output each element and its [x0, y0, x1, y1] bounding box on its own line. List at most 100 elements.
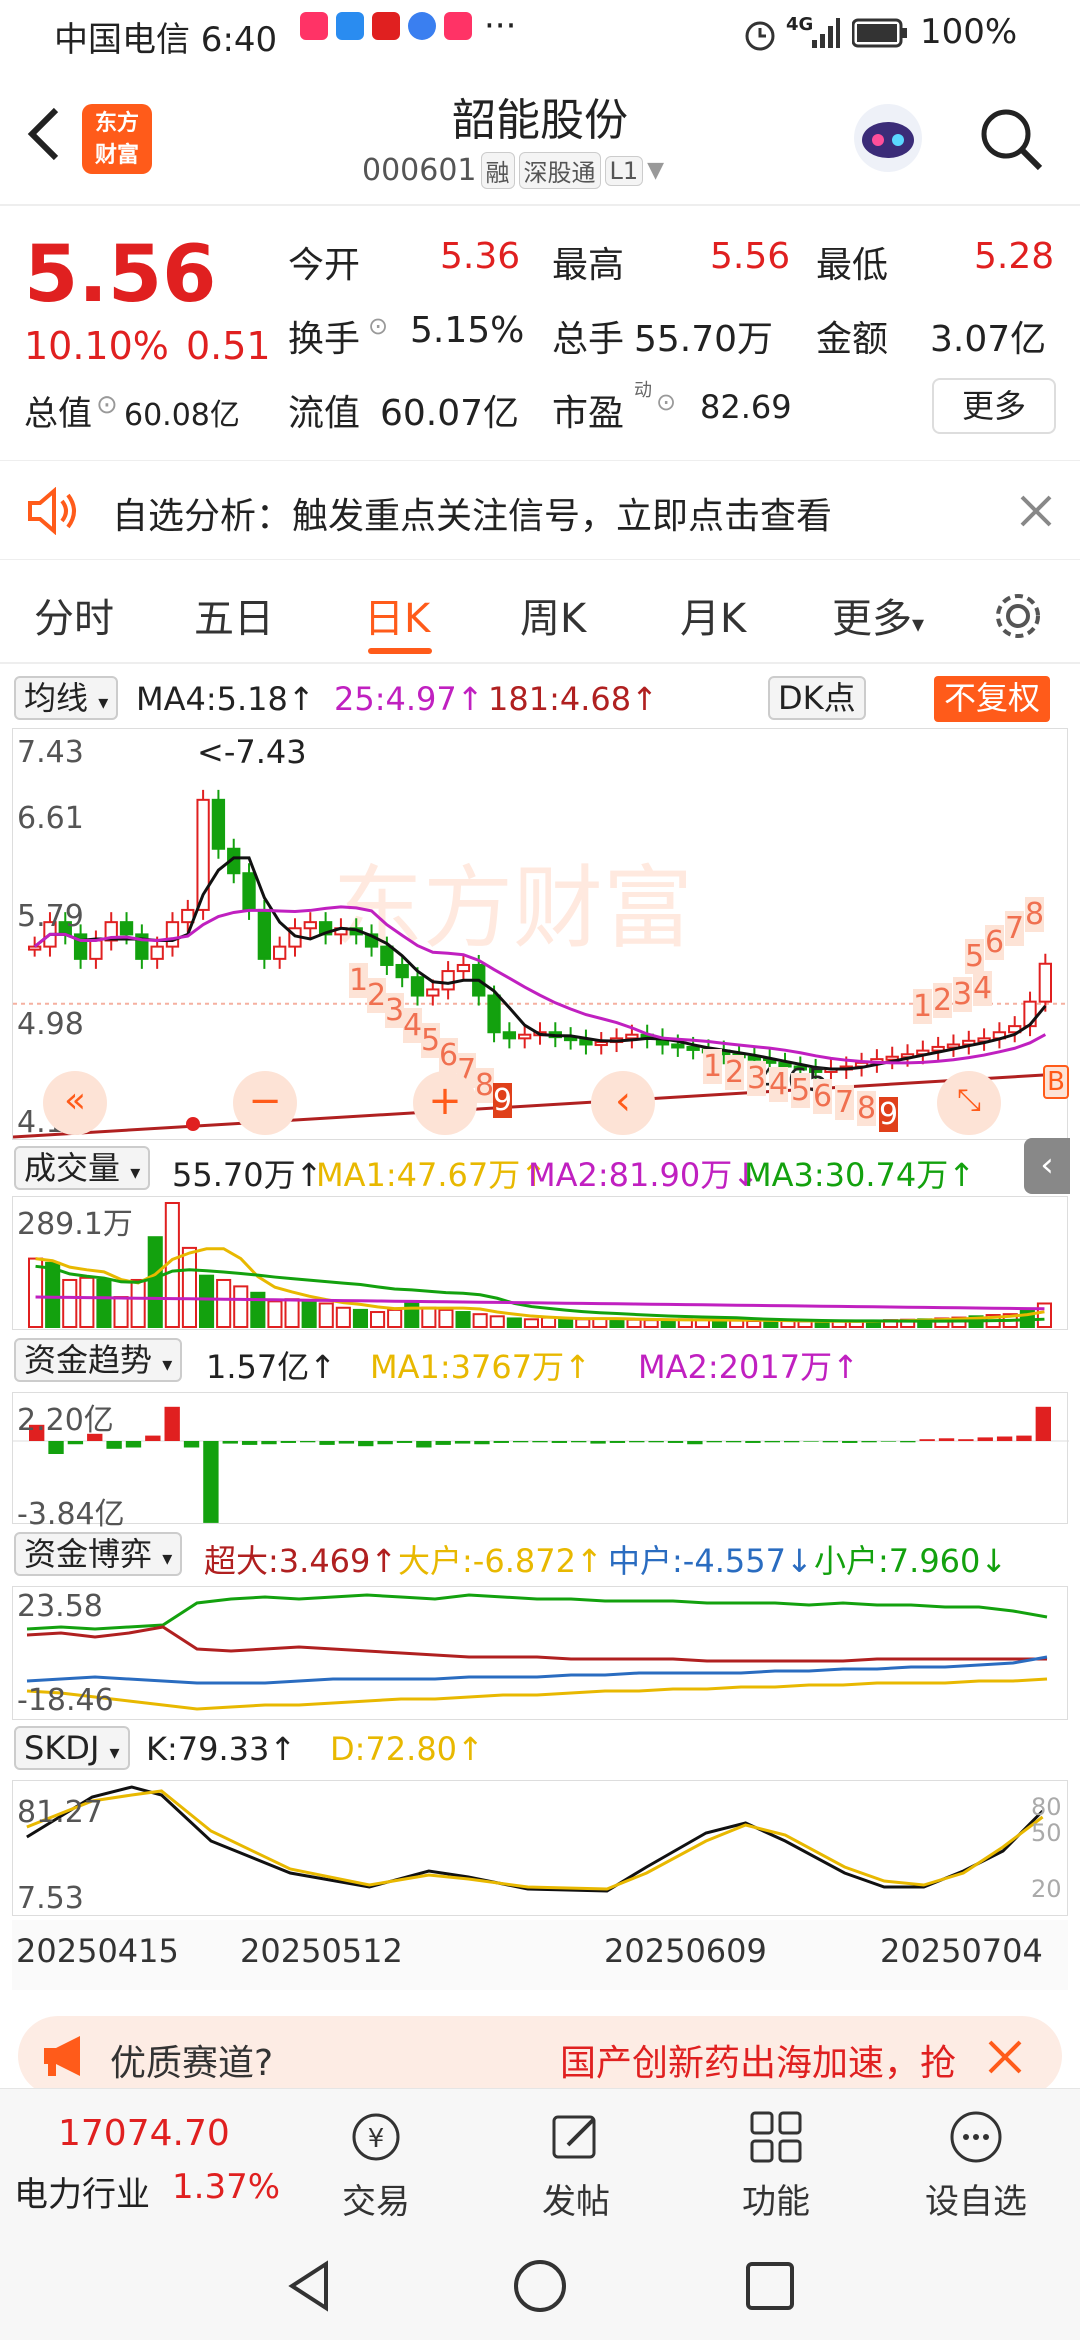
fund-game-mid: 中户:-4.557↓ [608, 1542, 813, 1580]
analysis-banner[interactable]: 自选分析：触发重点关注信号，立即点击查看 [0, 460, 1080, 560]
system-back-icon[interactable] [282, 2258, 338, 2314]
turnover-info-icon[interactable]: ⊙ [368, 312, 388, 340]
volume-chart[interactable]: 289.1万 [12, 1196, 1068, 1330]
nav-trade[interactable]: ¥ 交易 [306, 2109, 446, 2223]
svg-text:¥: ¥ [368, 2124, 385, 2154]
more-notifications-icon: ··· [484, 6, 517, 46]
td-a-digit: 5 [421, 1023, 441, 1058]
volume-bar [523, 1318, 539, 1329]
step-back-icon[interactable]: ‹ [591, 1071, 655, 1135]
fund-game-select[interactable]: 资金博弈 ▾ [14, 1532, 183, 1576]
stock-header: 东方 财富 韶能股份 000601 融 深股通 L1 ▼ [0, 74, 1080, 206]
fund-trend-svg [13, 1406, 1069, 1523]
nav-post-label: 发帖 [542, 2182, 610, 2222]
skdj-ref-80: 80 [1031, 1793, 1062, 1821]
collapse-panel-icon[interactable]: ‹ [1024, 1138, 1070, 1194]
fund-trend-bar [551, 1441, 568, 1443]
system-recents-icon[interactable] [742, 2258, 798, 2314]
zoom-out-icon[interactable]: − [233, 1071, 297, 1135]
tab-weekly-k[interactable]: 周K [520, 586, 586, 644]
ma-select[interactable]: 均线 ▾ [14, 676, 119, 720]
dk-point-button[interactable]: DK点 [768, 676, 866, 720]
tab-five-day[interactable]: 五日 [194, 586, 274, 644]
volume-bar [113, 1296, 129, 1328]
info-icon[interactable]: ⊙ [96, 390, 118, 420]
weather-notification-icon [336, 12, 364, 40]
index-value[interactable]: 17074.70 [58, 2113, 230, 2154]
candle-body [594, 1041, 608, 1047]
battery-percent: 100% [920, 12, 1018, 52]
tab-more[interactable]: 更多▾ [832, 586, 924, 644]
fund-trend-select[interactable]: 资金趋势 ▾ [14, 1338, 183, 1382]
volume-bar [387, 1308, 403, 1329]
skdj-select[interactable]: SKDJ ▾ [14, 1726, 130, 1770]
close-icon[interactable] [1016, 491, 1056, 531]
adjust-button[interactable]: 不复权 [934, 676, 1051, 722]
fund-game-chart[interactable]: 23.58 -18.46 [12, 1586, 1068, 1720]
volume-bar [660, 1319, 676, 1328]
nav-post[interactable]: 发帖 [506, 2109, 646, 2223]
volume-bar [147, 1236, 163, 1329]
ma181-value: 181:4.68↑ [488, 680, 658, 718]
fund-game-select-label: 资金博弈 [24, 1535, 153, 1573]
promo-strip[interactable]: 优质赛道? 国产创新药出海加速，抢 [18, 2016, 1062, 2096]
fund-trend-bar [474, 1441, 490, 1445]
search-icon[interactable] [976, 104, 1046, 174]
fund-trend-bar [416, 1441, 432, 1448]
pe-info-icon[interactable]: ⊙ [656, 388, 676, 416]
chevron-down-icon: ▾ [912, 610, 925, 638]
fund-trend-bar [900, 1441, 916, 1443]
index-name[interactable]: 电力行业 [14, 2167, 150, 2216]
td-b-digit: 8 [857, 1091, 877, 1126]
nav-functions[interactable]: 功能 [706, 2109, 846, 2223]
skdj-k: K:79.33↑ [146, 1730, 297, 1768]
skdj-ref-20: 20 [1031, 1875, 1062, 1903]
zoom-in-icon[interactable]: + [413, 1071, 477, 1135]
more-quote-button[interactable]: 更多 [932, 378, 1056, 434]
fund-trend-bar [648, 1441, 664, 1443]
volume-bar [455, 1311, 471, 1329]
skdj-k-line [26, 1785, 1044, 1893]
tab-intraday[interactable]: 分时 [34, 586, 114, 644]
change-percent: 10.10% [24, 324, 169, 368]
candle-body [165, 921, 180, 948]
fund-trend-chart[interactable]: 2.20亿 -3.84亿 [12, 1392, 1069, 1532]
ma-select-label: 均线 [24, 679, 89, 717]
rewind-icon[interactable]: « [43, 1071, 107, 1135]
fund-trend-bar [48, 1441, 64, 1454]
amount-value: 3.07亿 [930, 319, 1047, 360]
td-c-digit: 2 [933, 983, 953, 1018]
tab-daily-k[interactable]: 日K [364, 586, 430, 644]
system-home-icon[interactable] [512, 2258, 568, 2314]
high-value: 5.56 [710, 236, 791, 277]
high-marker: <-7.43 [197, 733, 307, 771]
mall-notification-icon [444, 12, 472, 40]
close-icon[interactable] [984, 2036, 1026, 2078]
volume-bar [370, 1311, 386, 1329]
fund-small-line [26, 1593, 1048, 1631]
skdj-d: D:72.80↑ [330, 1730, 484, 1768]
fund-trend-bar [164, 1406, 180, 1441]
trade-icon: ¥ [352, 2113, 400, 2161]
more-circle-icon [950, 2111, 1002, 2163]
stock-code-row[interactable]: 000601 融 深股通 L1 ▼ [362, 152, 664, 189]
fund-trend-bar [996, 1436, 1013, 1441]
kline-chart[interactable]: 东方财富 7.43 6.61 5.79 4.98 4.16 <-7.43 4.6… [12, 728, 1069, 1140]
fund-trend-bar [861, 1441, 877, 1443]
volume-bar [45, 1261, 61, 1328]
fund-trend-bar [222, 1441, 238, 1444]
volume-bar [609, 1318, 625, 1329]
pe-value: 82.69 [700, 388, 792, 426]
skdj-chart[interactable]: 81.27 7.53 80 50 20 [12, 1780, 1068, 1916]
chevron-down-icon: ▼ [647, 158, 665, 183]
fullscreen-icon[interactable]: ⤡ [937, 1071, 1001, 1135]
tab-monthly-k[interactable]: 月K [680, 586, 746, 644]
fund-trend-bar [512, 1441, 529, 1443]
nav-add-watchlist[interactable]: 设自选 [906, 2109, 1046, 2223]
megaphone-icon [44, 2036, 80, 2076]
td-c-digit: 3 [953, 977, 973, 1012]
volume-select[interactable]: 成交量 ▾ [14, 1146, 151, 1190]
fund-trend-bar [880, 1441, 897, 1442]
settings-gear-icon[interactable] [992, 590, 1044, 642]
robot-avatar-icon[interactable] [848, 98, 928, 178]
